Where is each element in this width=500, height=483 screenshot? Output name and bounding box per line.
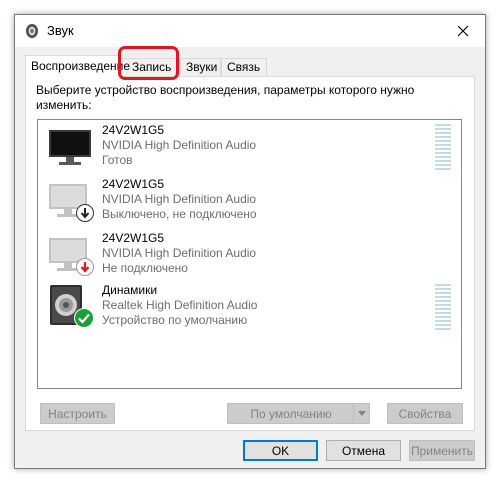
apply-button[interactable]: Применить [409,440,475,461]
volume-level-meter [435,284,451,330]
device-status: Готов [102,153,133,167]
playback-panel: Выберите устройство воспроизведения, пар… [25,76,475,431]
device-name: Динамики [102,283,158,297]
close-icon [457,25,469,37]
list-item-device-4[interactable]: Динамики Realtek High Definition Audio У… [38,280,461,332]
speaker-app-icon [26,24,38,38]
device-status: Выключено, не подключено [102,207,257,221]
device-name: 24V2W1G5 [102,177,165,191]
window-title: Звук [47,23,74,38]
tab-communications[interactable]: Связь [221,58,267,76]
red-down-arrow-badge-icon [76,258,94,276]
set-default-button[interactable]: По умолчанию [227,403,370,424]
list-item-device-2[interactable]: 24V2W1G5 NVIDIA High Definition Audio Вы… [38,174,461,226]
configure-button[interactable]: Настроить [40,403,115,424]
green-check-badge-icon [74,308,94,328]
title-bar: Звук [15,15,485,47]
sound-dialog: Звук Воспроизведение Запись Звуки Связь … [14,14,486,469]
device-list[interactable]: 24V2W1G5 NVIDIA High Definition Audio Го… [37,119,462,389]
chevron-down-icon[interactable] [353,404,369,423]
close-button[interactable] [441,15,485,47]
volume-level-meter [435,124,451,170]
instruction-text: Выберите устройство воспроизведения, пар… [36,83,415,112]
ok-button[interactable]: OK [243,440,318,461]
recording-tab-highlight [118,46,179,80]
device-name: 24V2W1G5 [102,231,165,245]
device-name: 24V2W1G5 [102,123,165,137]
device-driver: Realtek High Definition Audio [102,298,258,312]
properties-button[interactable]: Свойства [387,403,463,424]
cancel-button[interactable]: Отмена [326,440,401,461]
down-arrow-badge-icon [76,204,94,222]
list-item-device-1[interactable]: 24V2W1G5 NVIDIA High Definition Audio Го… [38,120,461,172]
device-driver: NVIDIA High Definition Audio [102,138,257,152]
device-status: Устройство по умолчанию [102,313,248,327]
device-driver: NVIDIA High Definition Audio [102,246,257,260]
device-status: Не подключено [102,261,188,275]
list-item-device-3[interactable]: 24V2W1G5 NVIDIA High Definition Audio Не… [38,228,461,280]
monitor-icon [49,130,91,165]
device-driver: NVIDIA High Definition Audio [102,192,257,206]
tab-sounds[interactable]: Звуки [180,58,221,76]
tab-playback[interactable]: Воспроизведение [25,55,130,78]
set-default-label: По умолчанию [250,406,332,421]
